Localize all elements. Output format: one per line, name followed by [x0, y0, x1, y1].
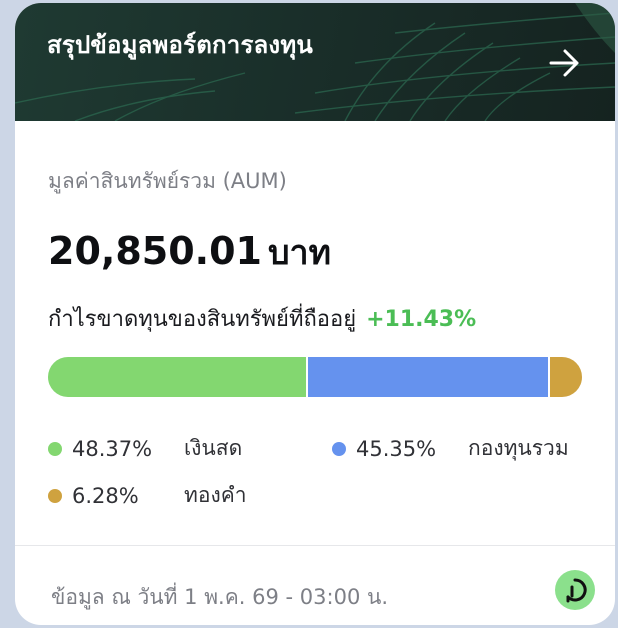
profit-loss-label: กำไรขาดทุนของสินทรัพย์ที่ถืออยู่ — [48, 307, 357, 332]
legend-percent: 48.37% — [72, 436, 153, 461]
allocation-segment-cash — [48, 357, 307, 397]
legend-dot-cash — [48, 441, 62, 456]
arrow-right-icon[interactable] — [543, 41, 587, 85]
legend-label: กองทุนรวม — [468, 436, 569, 460]
allocation-bar — [48, 357, 582, 397]
legend-label: ทองคำ — [184, 483, 247, 507]
updated-timestamp: ข้อมูล ณ วันที่ 1 พ.ค. 69 - 03:00 น. — [51, 585, 389, 609]
footer-divider — [15, 545, 615, 546]
aum-value: 20,850.01 — [48, 229, 262, 273]
aum-unit: บาท — [267, 233, 332, 273]
legend-percent: 45.35% — [356, 436, 437, 461]
profit-loss-value: +11.43% — [366, 307, 477, 332]
allocation-segment-gold — [548, 357, 582, 397]
legend-dot-gold — [48, 488, 62, 503]
legend-item-mutual-fund: 45.35% กองทุนรวม — [332, 432, 569, 465]
allocation-segment-mutual-fund — [306, 357, 549, 397]
aum-value-row: 20,850.01 บาท — [48, 225, 331, 279]
header-title: สรุปข้อมูลพอร์ตการลงทุน — [47, 31, 313, 59]
dime-logo-icon — [555, 570, 595, 610]
legend-percent: 6.28% — [72, 483, 139, 508]
aum-label: มูลค่าสินทรัพย์รวม (AUM) — [48, 169, 287, 193]
legend-item-cash: 48.37% เงินสด — [48, 432, 242, 465]
portfolio-summary-card: สรุปข้อมูลพอร์ตการลงทุน มูลค่าสินทรัพย์ร… — [15, 3, 615, 625]
portfolio-summary-header[interactable]: สรุปข้อมูลพอร์ตการลงทุน — [15, 3, 615, 121]
legend-dot-mutual-fund — [332, 441, 346, 456]
profit-loss-row: กำไรขาดทุนของสินทรัพย์ที่ถืออยู่ +11.43% — [48, 301, 476, 336]
legend-item-gold: 6.28% ทองคำ — [48, 479, 247, 512]
legend-label: เงินสด — [184, 436, 243, 460]
